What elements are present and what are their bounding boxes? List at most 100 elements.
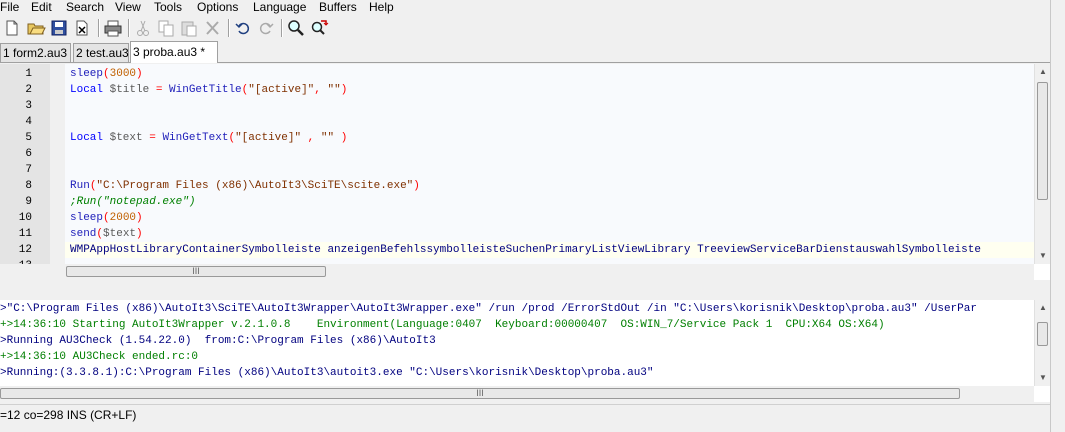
- toolbar: [0, 15, 1050, 41]
- pane-splitter[interactable]: [0, 280, 1050, 300]
- line-number: 10: [18, 212, 32, 224]
- output-line: >"C:\Program Files (x86)\AutoIt3\SciTE\A…: [0, 303, 977, 315]
- delete-icon[interactable]: [202, 18, 222, 38]
- code-token: send: [70, 228, 97, 240]
- code-token: WinGetText: [162, 132, 229, 144]
- code-line[interactable]: [65, 98, 1034, 114]
- line-number: 8: [25, 180, 32, 192]
- code-token: "": [320, 132, 335, 144]
- line-number: 6: [25, 148, 32, 160]
- editor-vscroll-thumb[interactable]: [1037, 82, 1048, 200]
- code-token: ,: [314, 84, 328, 96]
- code-token: ;Run("notepad.exe"): [70, 196, 196, 208]
- code-line[interactable]: send($text): [65, 226, 1034, 242]
- code-line[interactable]: ;Run("notepad.exe"): [65, 194, 1034, 210]
- output-horizontal-scrollbar[interactable]: III: [0, 386, 1034, 402]
- code-token: 2000: [109, 212, 137, 224]
- line-number: 7: [25, 164, 32, 176]
- menu-bar: File Edit Search View Tools Options Language Bu…: [0, 0, 1050, 14]
- scroll-up-arrow-icon[interactable]: ▲: [1035, 64, 1050, 80]
- code-token: Run: [70, 180, 90, 192]
- code-line[interactable]: WMPAppHostLibraryContainerSymbolleiste a…: [65, 242, 1034, 258]
- replace-icon[interactable]: [309, 18, 329, 38]
- code-token: "[active]": [248, 84, 315, 96]
- output-line: >Running AU3Check (1.54.22.0) from:C:\Pr…: [0, 335, 436, 347]
- editor-text-area[interactable]: sleep(3000) Local $title = WinGetTitle("[…: [65, 64, 1034, 264]
- cut-icon[interactable]: [133, 18, 153, 38]
- output-pane[interactable]: ▲ ▼ III >"C:\Program Files (x86)\AutoIt3…: [0, 300, 1050, 402]
- output-line: +>14:36:10 Starting AutoIt3Wrapper v.2.1…: [0, 319, 885, 331]
- tab-2[interactable]: 2 test.au3: [73, 43, 129, 62]
- output-hscroll-thumb[interactable]: III: [0, 388, 960, 399]
- menu-tools[interactable]: Tools: [154, 0, 182, 14]
- menu-search[interactable]: Search: [66, 0, 104, 14]
- code-token: ): [136, 212, 143, 224]
- fold-margin[interactable]: [50, 64, 65, 280]
- code-token: (: [103, 68, 110, 80]
- code-line[interactable]: sleep(2000): [65, 210, 1034, 226]
- menu-buffers[interactable]: Buffers: [319, 0, 357, 14]
- menu-view[interactable]: View: [115, 0, 141, 14]
- menu-file[interactable]: File: [0, 0, 19, 14]
- output-scroll-down-icon[interactable]: ▼: [1035, 370, 1050, 386]
- menu-help[interactable]: Help: [369, 0, 394, 14]
- code-token: WinGetTitle: [169, 84, 242, 96]
- output-line: +>14:36:10 AU3Check ended.rc:0: [0, 351, 199, 363]
- tab-3[interactable]: 3 proba.au3 *: [130, 41, 218, 63]
- code-token: Local: [70, 84, 110, 96]
- code-line[interactable]: Run("C:\Program Files (x86)\AutoIt3\SciT…: [65, 178, 1034, 194]
- new-icon[interactable]: [2, 18, 22, 38]
- code-editor[interactable]: 12345678910111213 sleep(3000)Local $titl…: [0, 64, 1050, 280]
- line-number: 11: [18, 228, 32, 240]
- code-line[interactable]: [65, 146, 1034, 162]
- editor-vertical-scrollbar[interactable]: ▲ ▼: [1034, 64, 1050, 264]
- code-line[interactable]: [65, 162, 1034, 178]
- code-line[interactable]: Local $text = WinGetText("[active]" , ""…: [65, 130, 1034, 146]
- code-token: Local: [70, 132, 110, 144]
- paste-icon[interactable]: [179, 18, 199, 38]
- line-number: 1: [25, 68, 32, 80]
- code-line[interactable]: [65, 114, 1034, 130]
- code-token: ): [340, 84, 348, 96]
- editor-horizontal-scrollbar[interactable]: III: [0, 264, 1034, 280]
- open-icon[interactable]: [26, 18, 46, 38]
- status-text: =12 co=298 INS (CR+LF): [0, 408, 137, 422]
- output-vscroll-thumb[interactable]: [1037, 322, 1048, 346]
- code-token: "C:\Program Files (x86)\AutoIt3\SciTE\sc…: [96, 180, 414, 192]
- tab-bar: 1 form2.au3 2 test.au3 3 proba.au3 *: [0, 41, 1050, 63]
- redo-icon[interactable]: [256, 18, 276, 38]
- editor-hscroll-thumb[interactable]: III: [66, 266, 326, 277]
- code-token: (: [103, 212, 110, 224]
- code-token: 3000: [109, 68, 137, 80]
- print-icon[interactable]: [103, 18, 123, 38]
- code-token: sleep: [70, 68, 104, 80]
- window-edge: [1050, 0, 1065, 432]
- code-token: ,: [301, 132, 321, 144]
- tab-1[interactable]: 1 form2.au3: [0, 43, 71, 62]
- code-token: =: [149, 84, 170, 96]
- output-vertical-scrollbar[interactable]: ▲ ▼: [1034, 300, 1050, 386]
- code-token: $title: [109, 84, 150, 96]
- code-token: "": [327, 84, 341, 96]
- code-line[interactable]: sleep(3000): [65, 66, 1034, 82]
- menu-edit[interactable]: Edit: [31, 0, 52, 14]
- code-token: $text: [109, 132, 143, 144]
- save-icon[interactable]: [49, 18, 69, 38]
- output-scroll-up-icon[interactable]: ▲: [1035, 300, 1050, 316]
- copy-icon[interactable]: [156, 18, 176, 38]
- scroll-down-arrow-icon[interactable]: ▼: [1035, 248, 1050, 264]
- line-number-gutter: 12345678910111213: [0, 64, 50, 280]
- code-token: sleep: [70, 212, 104, 224]
- menu-language[interactable]: Language: [253, 0, 306, 14]
- code-token: WMPAppHostLibraryContainerSymbolleiste a…: [70, 244, 981, 256]
- close-file-icon[interactable]: [72, 18, 92, 38]
- undo-icon[interactable]: [233, 18, 253, 38]
- menu-options[interactable]: Options: [197, 0, 238, 14]
- line-number: 3: [25, 100, 32, 112]
- find-icon[interactable]: [286, 18, 306, 38]
- code-token: ): [136, 68, 143, 80]
- code-line[interactable]: Local $title = WinGetTitle("[active]", "…: [65, 82, 1034, 98]
- line-number: 2: [25, 84, 32, 96]
- code-token: ): [413, 180, 420, 192]
- line-number: 5: [25, 132, 32, 144]
